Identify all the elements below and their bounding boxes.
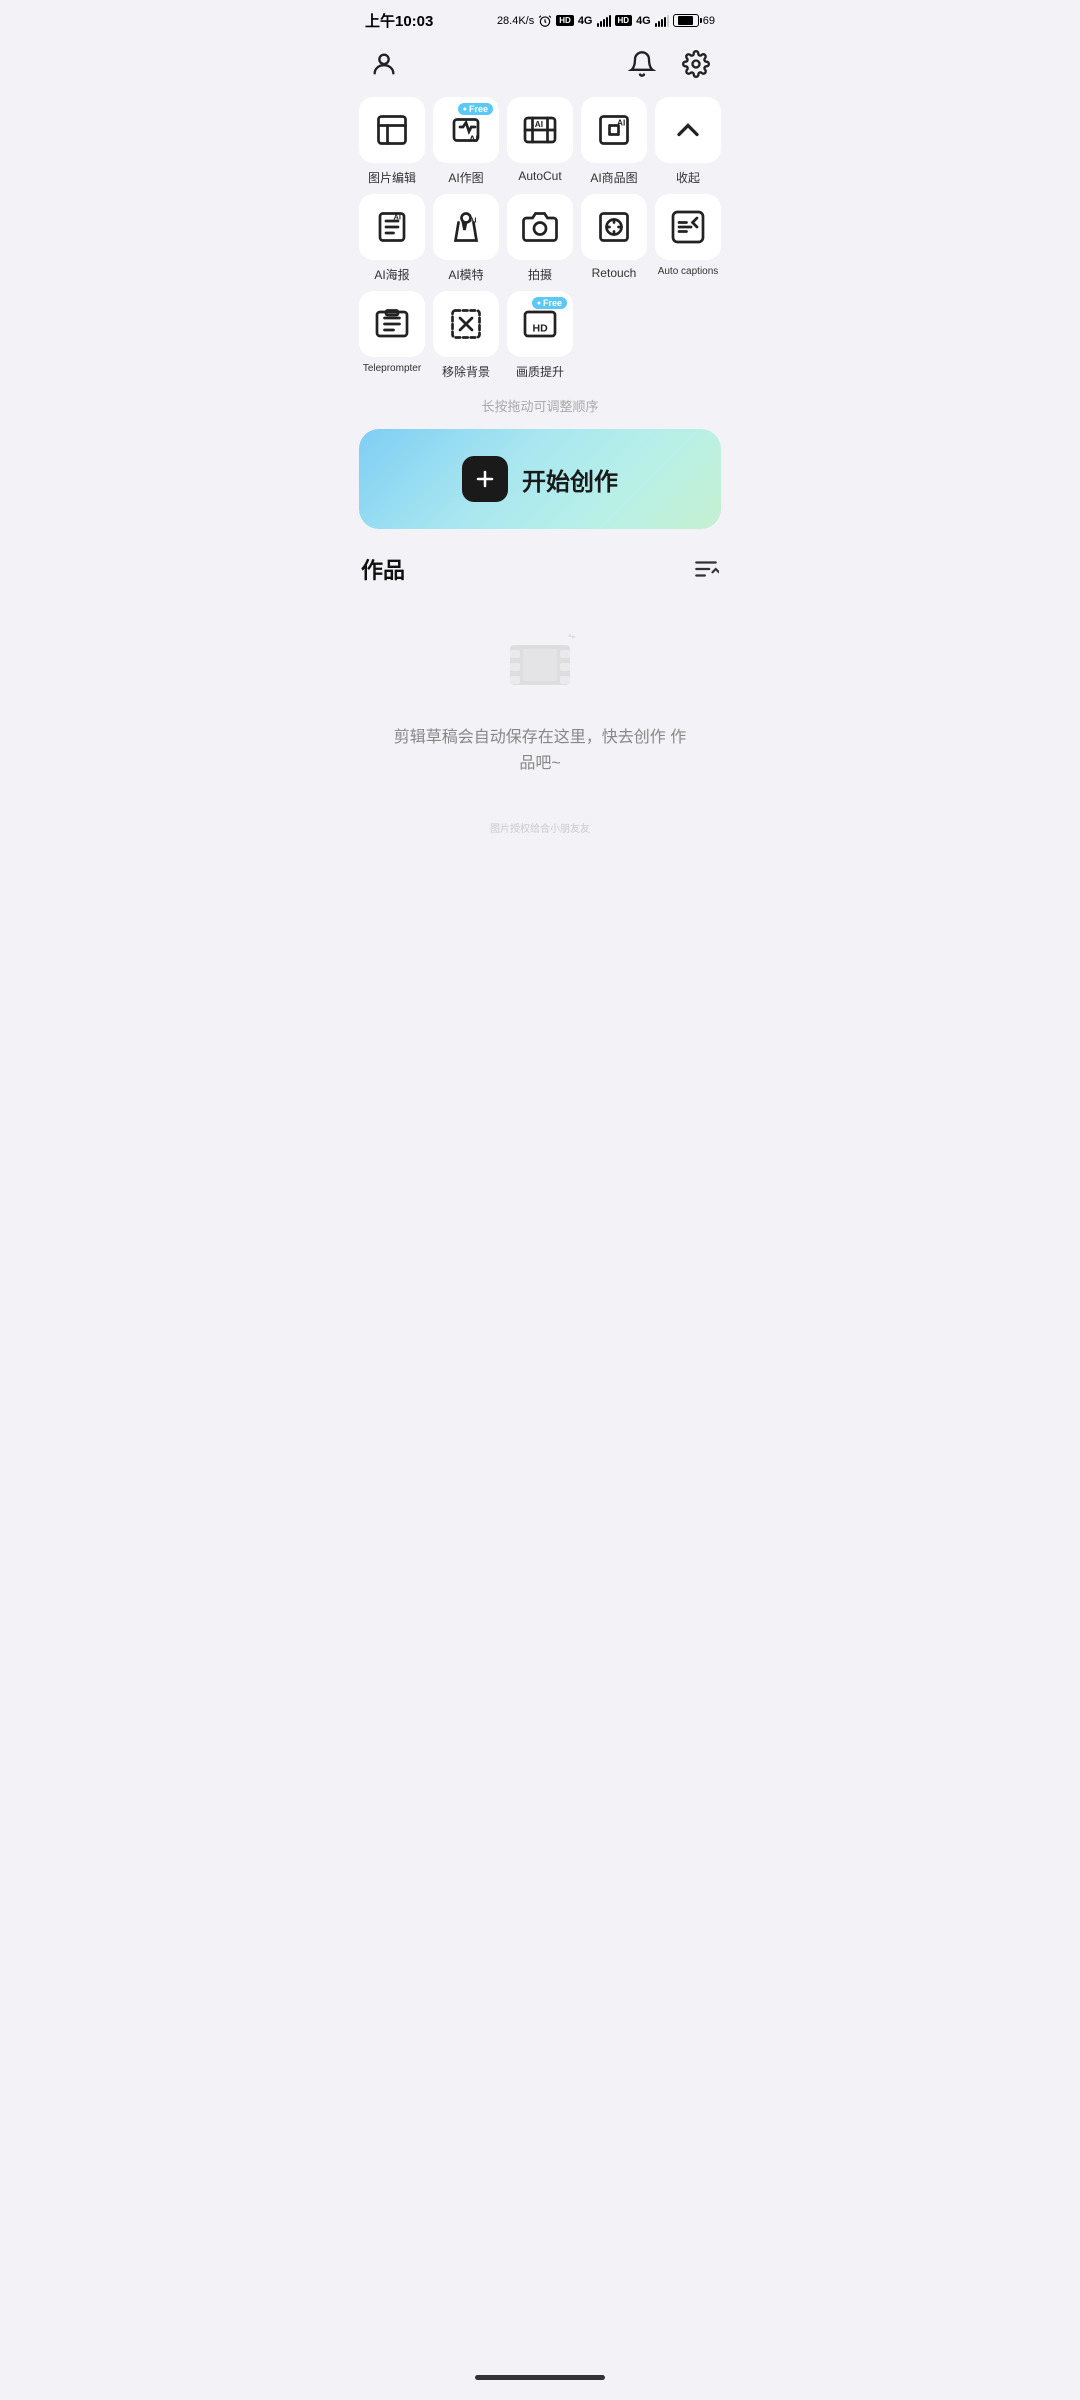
tool-row-3: Teleprompter 移除背景 Free HD 画质提升: [359, 291, 721, 380]
tool-retouch[interactable]: Retouch: [581, 194, 647, 283]
empty-text: 剪辑草稿会自动保存在这里，快去创作 作品吧~: [391, 725, 689, 776]
user-button[interactable]: [365, 45, 403, 83]
4g-badge-2: 4G: [636, 15, 651, 27]
create-label: 开始创作: [522, 462, 618, 497]
tool-ai-draw[interactable]: Free AI AI作图: [433, 97, 499, 186]
home-indicator: [475, 2375, 605, 2380]
tool-collapse[interactable]: 收起: [655, 97, 721, 186]
hd-badge-2: HD: [615, 15, 633, 26]
tool-row-1: 图片编辑 Free AI AI作图 AI: [359, 97, 721, 186]
empty-state: 剪辑草稿会自动保存在这里，快去创作 作品吧~: [361, 605, 719, 816]
status-time: 上午10:03: [365, 10, 433, 31]
tool-row-2: AI AI海报 AI AI模特: [359, 194, 721, 283]
free-badge-enhance: Free: [532, 297, 567, 309]
tool-remove-bg[interactable]: 移除背景: [433, 291, 499, 380]
tool-ai-product[interactable]: AI AI商品图: [581, 97, 647, 186]
free-badge-ai-draw: Free: [458, 103, 493, 115]
works-title: 作品: [361, 553, 405, 585]
works-section: 作品 剪辑草稿会自动保存在这里，快去创作 作品吧~: [345, 545, 735, 816]
tool-enhance[interactable]: Free HD 画质提升: [507, 291, 573, 380]
svg-text:AI: AI: [394, 213, 402, 222]
status-bar: 上午10:03 28.4K/s HD 4G HD 4G 69: [345, 0, 735, 37]
sort-button[interactable]: [693, 556, 719, 582]
header-icons: [623, 45, 715, 83]
network-speed: 28.4K/s: [497, 15, 534, 27]
battery-level: 69: [703, 15, 715, 27]
status-right: 28.4K/s HD 4G HD 4G 69: [497, 14, 715, 28]
drag-hint: 长按拖动可调整顺序: [345, 388, 735, 429]
bottom-bar: [345, 2365, 735, 2400]
notification-button[interactable]: [623, 45, 661, 83]
battery-icon: [673, 14, 699, 27]
tool-image-edit[interactable]: 图片编辑: [359, 97, 425, 186]
signal-icon: [597, 15, 611, 27]
header: [345, 37, 735, 97]
signal-icon-2: [655, 15, 669, 27]
tool-autocut[interactable]: AI AutoCut: [507, 97, 573, 186]
tool-ai-poster[interactable]: AI AI海报: [359, 194, 425, 283]
4g-badge: 4G: [578, 15, 593, 27]
hd-badge: HD: [556, 15, 574, 26]
tool-camera[interactable]: 拍摄: [507, 194, 573, 283]
watermark: 图片授权给合小朋友友: [345, 816, 735, 895]
tools-section: 图片编辑 Free AI AI作图 AI: [345, 97, 735, 380]
settings-button[interactable]: [677, 45, 715, 83]
alarm-icon: [538, 14, 552, 28]
tool-ai-model[interactable]: AI AI模特: [433, 194, 499, 283]
svg-text:AI: AI: [535, 120, 543, 129]
svg-text:AI: AI: [617, 119, 625, 128]
svg-text:HD: HD: [533, 323, 549, 335]
create-button-wrapper: 开始创作: [345, 429, 735, 545]
create-button[interactable]: 开始创作: [359, 429, 721, 529]
film-icon: [500, 625, 580, 705]
svg-text:AI: AI: [469, 134, 478, 144]
works-header: 作品: [361, 553, 719, 585]
tool-teleprompter[interactable]: Teleprompter: [359, 291, 425, 380]
svg-text:AI: AI: [469, 216, 477, 225]
plus-icon: [462, 456, 508, 502]
tool-auto-captions[interactable]: Auto captions: [655, 194, 721, 283]
